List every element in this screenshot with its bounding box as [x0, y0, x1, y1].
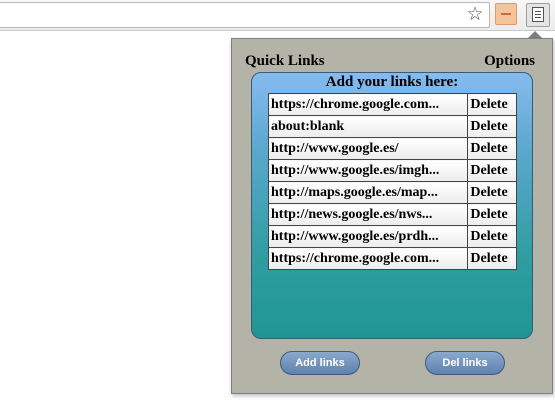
- link-url[interactable]: http://maps.google.es/map...: [267, 181, 469, 204]
- link-row: https://chrome.google.com... Delete: [267, 247, 517, 270]
- address-bar[interactable]: [0, 2, 490, 28]
- link-row: http://www.google.es/prdh... Delete: [267, 225, 517, 248]
- menu-icon-sheet: [532, 7, 544, 22]
- quick-links-popup: Quick Links Options Add your links here:…: [231, 38, 553, 394]
- delete-button[interactable]: Delete: [467, 225, 517, 248]
- link-row: https://chrome.google.com... Delete: [267, 93, 517, 116]
- star-icon[interactable]: ☆: [464, 3, 486, 25]
- menu-icon[interactable]: [526, 3, 550, 27]
- toolbar-divider: [0, 30, 555, 31]
- link-url[interactable]: https://chrome.google.com...: [267, 93, 469, 116]
- link-url[interactable]: https://chrome.google.com...: [267, 247, 469, 270]
- links-panel: Add your links here: https://chrome.goog…: [251, 72, 533, 339]
- delete-button[interactable]: Delete: [467, 181, 517, 204]
- links-table: https://chrome.google.com... Delete abou…: [267, 93, 517, 270]
- extension-icon[interactable]: [495, 3, 517, 25]
- link-url[interactable]: http://www.google.es/prdh...: [267, 225, 469, 248]
- link-url[interactable]: http://www.google.es/imgh...: [267, 159, 469, 182]
- browser-toolbar: ☆: [0, 0, 555, 30]
- delete-button[interactable]: Delete: [467, 159, 517, 182]
- delete-button[interactable]: Delete: [467, 247, 517, 270]
- link-row: http://www.google.es/ Delete: [267, 137, 517, 160]
- link-url[interactable]: http://news.google.es/nws...: [267, 203, 469, 226]
- extension-icon-bar: [501, 13, 511, 15]
- link-url[interactable]: http://www.google.es/: [267, 137, 469, 160]
- link-row: about:blank Delete: [267, 115, 517, 138]
- delete-button[interactable]: Delete: [467, 203, 517, 226]
- panel-heading: Add your links here:: [325, 74, 459, 90]
- popup-notch: [528, 31, 542, 38]
- link-row: http://maps.google.es/map... Delete: [267, 181, 517, 204]
- link-row: http://www.google.es/imgh... Delete: [267, 159, 517, 182]
- popup-title: Quick Links: [245, 53, 325, 69]
- delete-button[interactable]: Delete: [467, 115, 517, 138]
- del-links-button[interactable]: Del links: [425, 351, 505, 375]
- options-link[interactable]: Options: [484, 53, 535, 70]
- delete-button[interactable]: Delete: [467, 137, 517, 160]
- delete-button[interactable]: Delete: [467, 93, 517, 116]
- add-links-button[interactable]: Add links: [280, 351, 360, 375]
- link-url[interactable]: about:blank: [267, 115, 469, 138]
- link-row: http://news.google.es/nws... Delete: [267, 203, 517, 226]
